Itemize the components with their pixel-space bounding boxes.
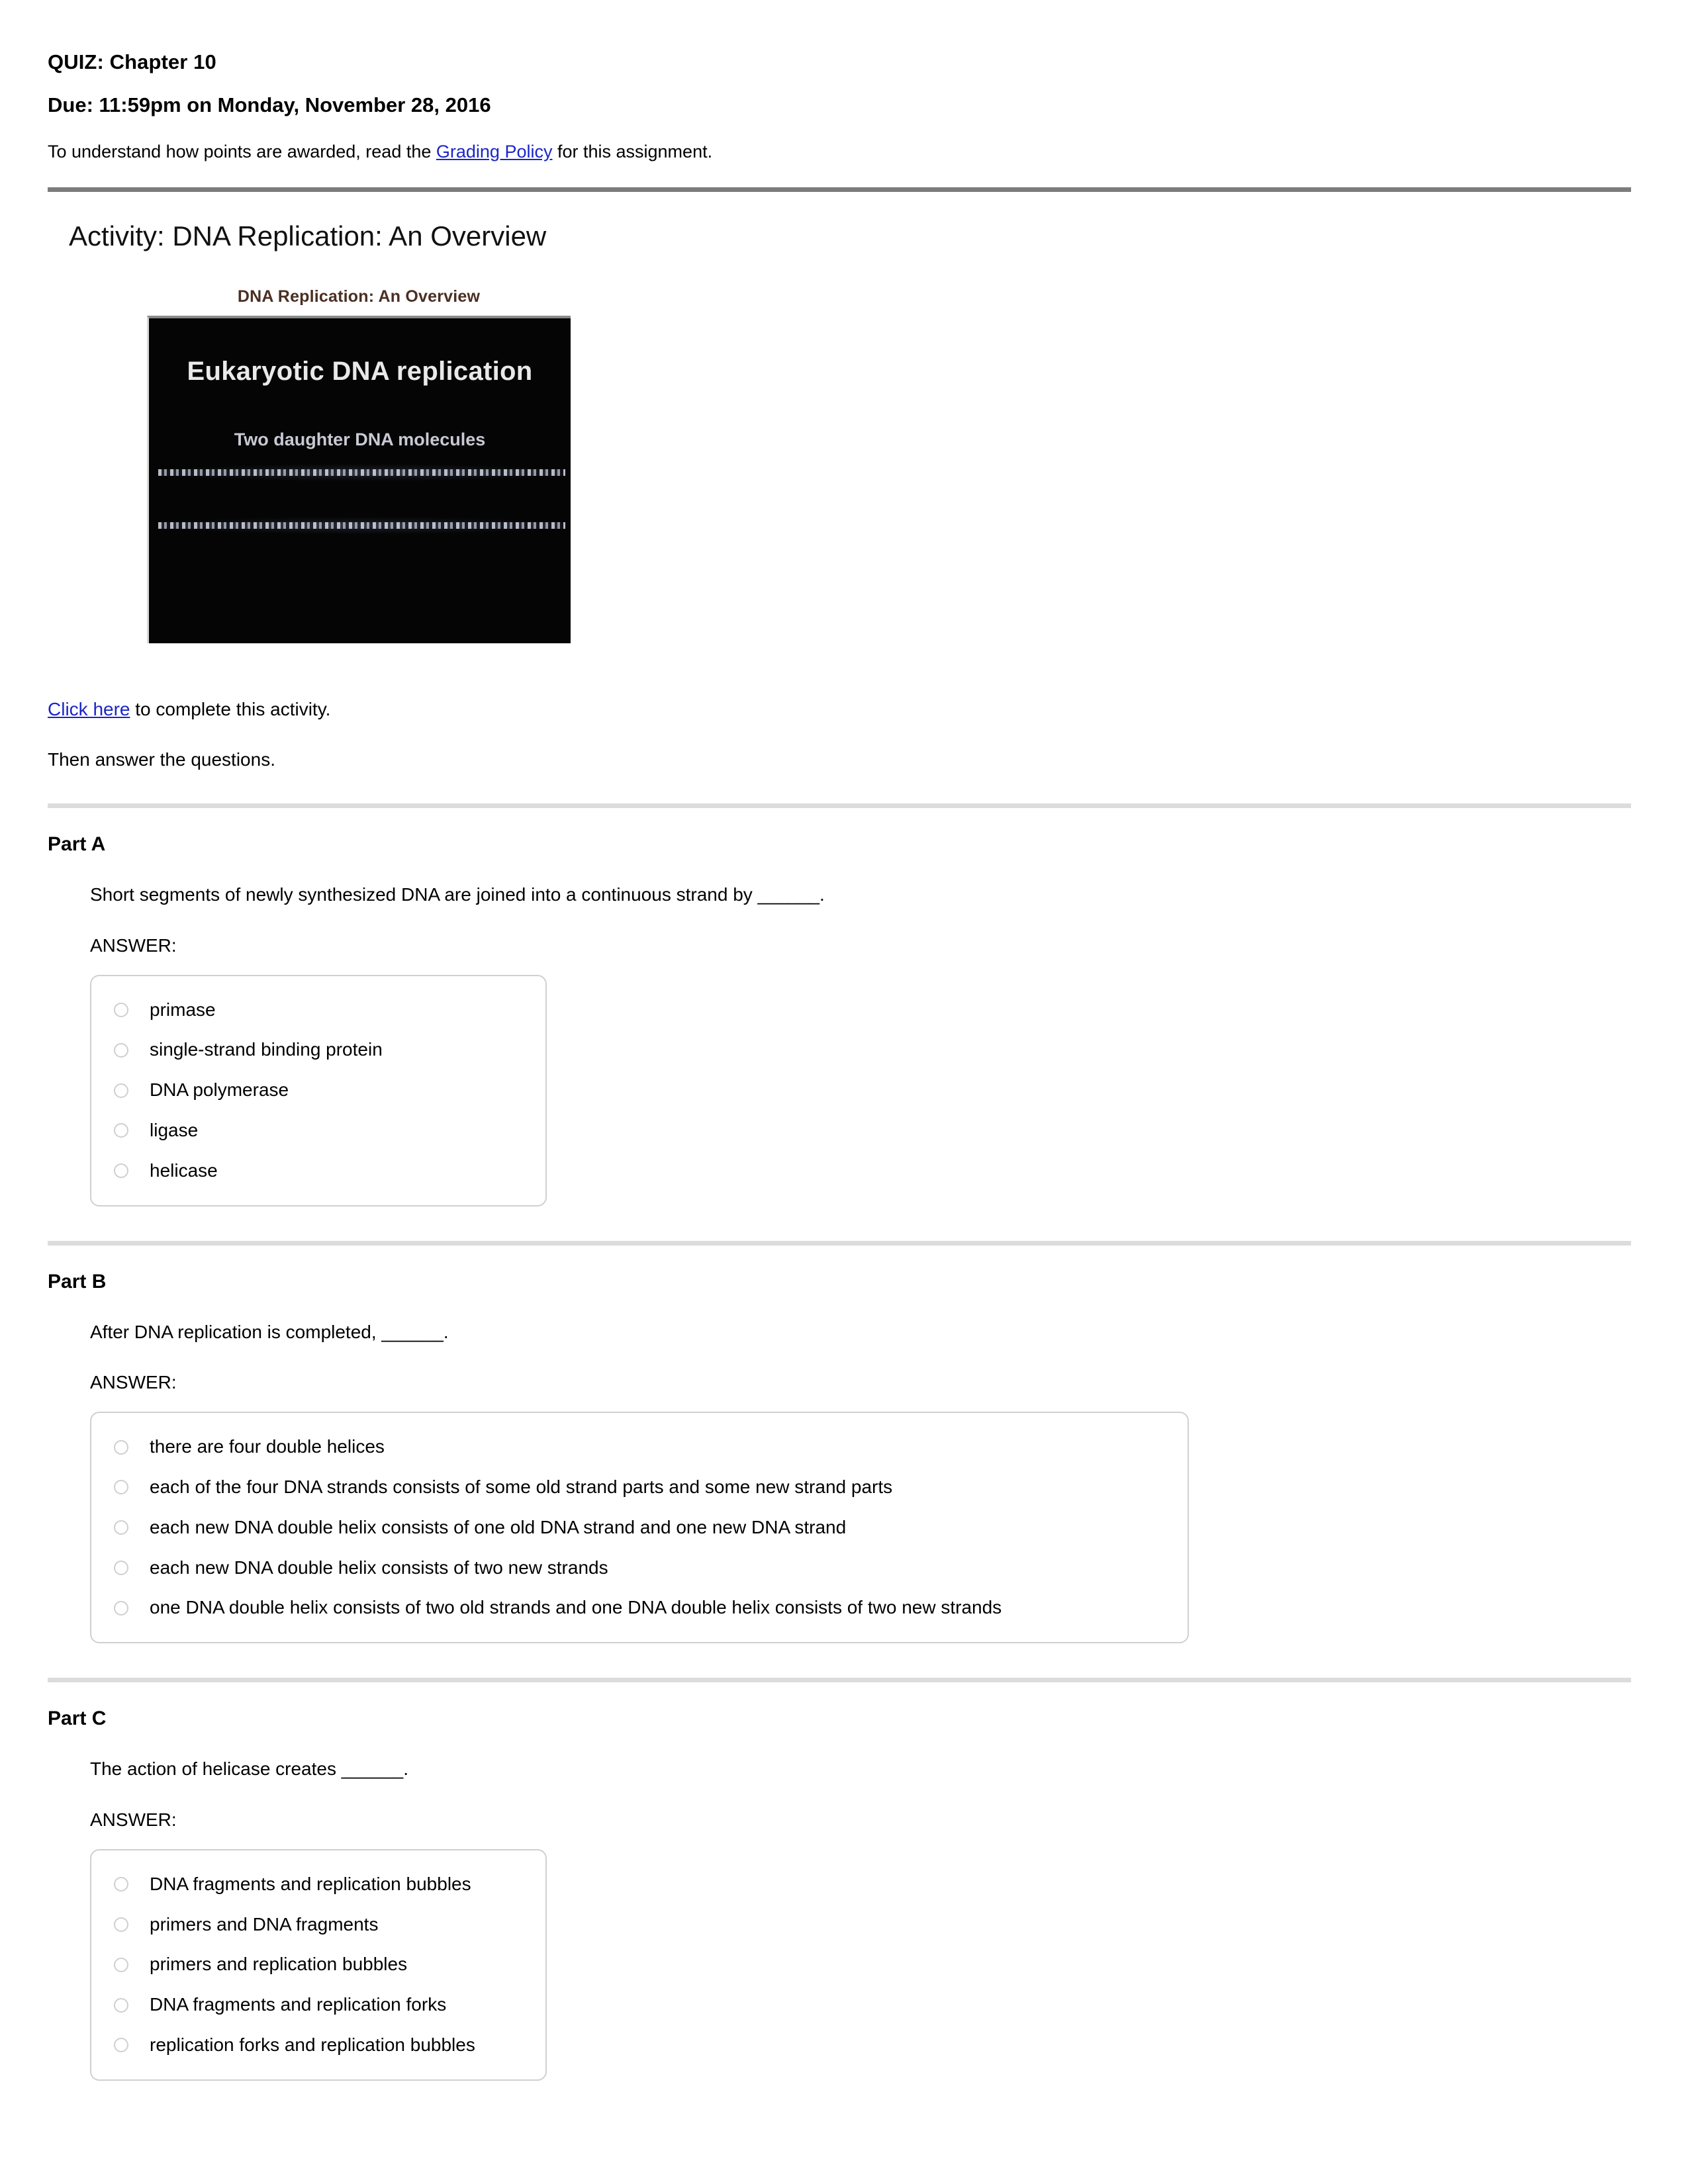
answer-option-label: each new DNA double helix consists of tw… <box>150 1557 608 1578</box>
answer-option[interactable]: ligase <box>114 1120 519 1141</box>
radio-button-icon[interactable] <box>114 1083 128 1098</box>
grading-policy-prefix: To understand how points are awarded, re… <box>48 142 436 161</box>
answer-option-label: DNA polymerase <box>150 1079 289 1101</box>
click-here-line: Click here to complete this activity. <box>48 700 1640 719</box>
part-label: Part B <box>48 1270 107 1293</box>
part-section: Part B After DNA replication is completed… <box>48 1240 1640 1644</box>
activity-title: Activity: DNA Replication: An Overview <box>69 220 547 251</box>
answer-option-label: ligase <box>150 1119 199 1140</box>
answer-option[interactable]: primers and replication bubbles <box>114 1954 519 1975</box>
answer-option-label: DNA fragments and replication forks <box>150 1994 447 2015</box>
dna-strand-lower <box>158 522 565 529</box>
answer-label: ANSWER: <box>90 1809 177 1830</box>
answer-option[interactable]: primase <box>114 999 519 1021</box>
radio-button-icon[interactable] <box>114 1002 128 1017</box>
answer-option[interactable]: primers and DNA fragments <box>114 1913 519 1935</box>
answer-options-box: DNA fragments and replication bubbles pri… <box>90 1848 547 2081</box>
answer-option-label: DNA fragments and replication bubbles <box>150 1873 471 1894</box>
radio-button-icon[interactable] <box>114 1480 128 1495</box>
header-divider <box>48 187 1631 192</box>
answer-option[interactable]: DNA fragments and replication bubbles <box>114 1874 519 1895</box>
radio-button-icon[interactable] <box>114 1163 128 1179</box>
part-label: Part A <box>48 833 106 855</box>
radio-button-icon[interactable] <box>114 1042 128 1058</box>
thumbnail-caption: DNA Replication: An Overview <box>237 287 481 306</box>
radio-button-icon[interactable] <box>114 1957 128 1972</box>
answer-options-box: there are four double helices each of the… <box>90 1412 1189 1644</box>
question-text: The action of helicase creates ______. <box>90 1758 408 1780</box>
grading-policy-suffix: for this assignment. <box>552 142 713 161</box>
question-text: After DNA replication is completed, ____… <box>90 1321 449 1342</box>
answer-option-label: primers and replication bubbles <box>150 1954 408 1975</box>
answer-label: ANSWER: <box>90 934 177 956</box>
dna-strand-upper <box>158 469 565 476</box>
radio-button-icon[interactable] <box>114 1439 128 1455</box>
answer-option-label: single-strand binding protein <box>150 1039 383 1060</box>
radio-button-icon[interactable] <box>114 1917 128 1932</box>
radio-button-icon[interactable] <box>114 2038 128 2053</box>
quiz-header: QUIZ: Chapter 10 Due: 11:59pm on Monday,… <box>48 52 1640 161</box>
part-divider <box>48 1678 1631 1683</box>
answer-option[interactable]: there are four double helices <box>114 1436 1161 1457</box>
radio-button-icon[interactable] <box>114 1123 128 1138</box>
part-body: The action of helicase creates ______. AN… <box>90 1758 1640 2081</box>
grading-policy-line: To understand how points are awarded, re… <box>48 143 1640 161</box>
answer-option-label: primase <box>150 999 216 1020</box>
thumbnail-video-frame[interactable]: Eukaryotic DNA replication Two daughter … <box>147 316 571 643</box>
answer-option[interactable]: DNA polymerase <box>114 1079 519 1101</box>
answer-option-label: one DNA double helix consists of two old… <box>150 1597 1002 1618</box>
then-answer-line: Then answer the questions. <box>48 749 275 770</box>
answer-option[interactable]: one DNA double helix consists of two old… <box>114 1598 1161 1618</box>
answer-options-box: primase single-strand binding protein DNA … <box>90 974 547 1206</box>
click-here-link[interactable]: Click here <box>48 699 130 719</box>
answer-label: ANSWER: <box>90 1372 177 1393</box>
radio-button-icon[interactable] <box>114 1560 128 1575</box>
thumbnail-subheading: Two daughter DNA molecules <box>234 430 486 449</box>
answer-option-label: each new DNA double helix consists of on… <box>150 1516 847 1537</box>
part-body: Short segments of newly synthesized DNA … <box>90 884 1640 1206</box>
answer-option-label: there are four double helices <box>150 1436 385 1457</box>
answer-option-label: replication forks and replication bubble… <box>150 2034 475 2055</box>
activity-thumbnail[interactable]: DNA Replication: An Overview Eukaryotic … <box>147 287 571 643</box>
part-body: After DNA replication is completed, ____… <box>90 1321 1640 1644</box>
answer-option-label: each of the four DNA strands consists of… <box>150 1476 893 1497</box>
answer-option[interactable]: each new DNA double helix consists of on… <box>114 1516 1161 1538</box>
radio-button-icon[interactable] <box>114 1877 128 1892</box>
part-section: Part C The action of helicase creates ___… <box>48 1678 1640 2081</box>
answer-option[interactable]: DNA fragments and replication forks <box>114 1994 519 2015</box>
quiz-due-date: Due: 11:59pm on Monday, November 28, 201… <box>48 93 491 116</box>
thumbnail-heading: Eukaryotic DNA replication <box>187 357 533 386</box>
radio-button-icon[interactable] <box>114 1520 128 1535</box>
part-divider <box>48 1240 1631 1246</box>
question-text: Short segments of newly synthesized DNA … <box>90 884 825 905</box>
part-section: Part A Short segments of newly synthesize… <box>48 803 1640 1206</box>
quiz-title: QUIZ: Chapter 10 <box>48 50 216 73</box>
answer-option[interactable]: replication forks and replication bubble… <box>114 2034 519 2056</box>
part-label: Part C <box>48 1707 107 1730</box>
answer-option[interactable]: helicase <box>114 1160 519 1181</box>
answer-option[interactable]: each of the four DNA strands consists of… <box>114 1477 1161 1498</box>
answer-option-label: primers and DNA fragments <box>150 1913 379 1934</box>
answer-option[interactable]: single-strand binding protein <box>114 1040 519 1060</box>
answer-option-label: helicase <box>150 1160 218 1181</box>
radio-button-icon[interactable] <box>114 1600 128 1615</box>
grading-policy-link[interactable]: Grading Policy <box>436 142 553 161</box>
quiz-page: QUIZ: Chapter 10 Due: 11:59pm on Monday,… <box>0 0 1688 2160</box>
click-here-suffix: to complete this activity. <box>130 699 331 719</box>
answer-option[interactable]: each new DNA double helix consists of tw… <box>114 1557 1161 1578</box>
parts-container: Part A Short segments of newly synthesize… <box>48 803 1640 2081</box>
part-divider <box>48 803 1631 808</box>
radio-button-icon[interactable] <box>114 1997 128 2013</box>
